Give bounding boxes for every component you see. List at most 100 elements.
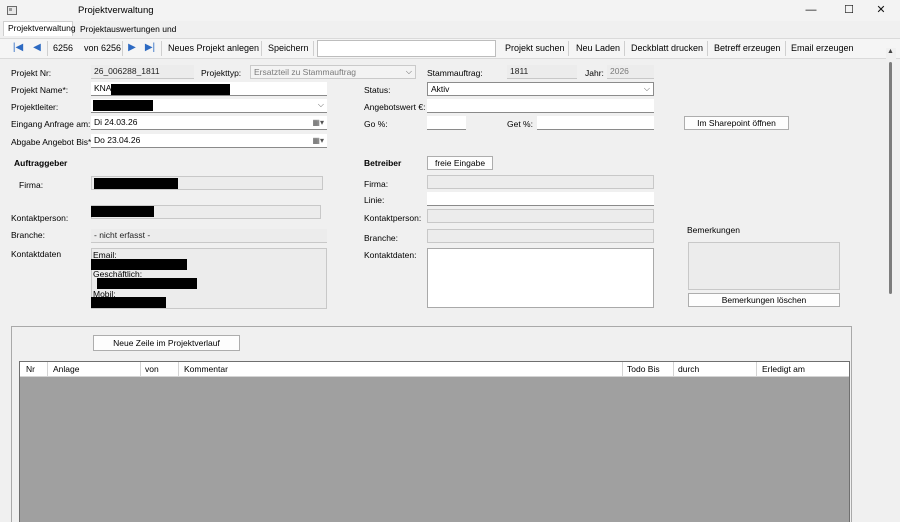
column-divider: [140, 362, 141, 377]
go-label: Go %:: [364, 119, 388, 129]
last-record-icon[interactable]: ▶|: [144, 41, 156, 55]
offer-until-value: Do 23.04.26: [94, 135, 141, 145]
operator-company-label: Firma:: [364, 179, 389, 189]
client-branch-label: Branche:: [11, 230, 46, 240]
app-icon: [7, 6, 17, 15]
client-contact-data-label: Kontaktdaten: [11, 249, 62, 259]
save-button[interactable]: Speichern: [268, 42, 309, 54]
column-header-von[interactable]: von: [145, 362, 159, 376]
get-label: Get %:: [507, 119, 533, 129]
next-record-icon[interactable]: ▶: [126, 41, 138, 55]
operator-contact-field: [427, 209, 654, 223]
chevron-down-icon: ⌵: [317, 100, 324, 109]
project-type-select[interactable]: Ersatzteil zu Stammauftrag ⌵: [250, 65, 416, 79]
column-header-anlage[interactable]: Anlage: [53, 362, 79, 376]
toolbar-separator: [47, 41, 48, 56]
project-leader-label: Projektleiter:: [11, 102, 59, 112]
tab-projektauswertungen[interactable]: Projektauswertungen und Listen: [76, 23, 198, 47]
status-value: Aktiv: [431, 84, 450, 94]
toolbar-separator: [568, 41, 569, 56]
calendar-icon[interactable]: ▦▾: [312, 134, 324, 147]
calendar-icon[interactable]: ▦▾: [312, 116, 324, 129]
record-position-field[interactable]: 6256: [53, 42, 73, 54]
client-heading: Auftraggeber: [14, 158, 68, 168]
column-divider: [178, 362, 179, 377]
project-type-value: Ersatzteil zu Stammauftrag: [254, 67, 357, 77]
stammauftrag-label: Stammauftrag:: [427, 68, 483, 78]
email-create-button[interactable]: Email erzeugen: [791, 42, 854, 54]
tab-projektverwaltung[interactable]: Projektverwaltung: [3, 21, 76, 36]
close-icon[interactable]: ✕: [864, 2, 898, 19]
redaction-bar: [94, 178, 178, 189]
first-record-icon[interactable]: |◀: [12, 41, 24, 55]
chevron-down-icon: ⌵: [643, 84, 650, 93]
arrival-date-value: Di 24.03.26: [94, 117, 138, 127]
cover-print-button[interactable]: Deckblatt drucken: [631, 42, 703, 54]
year-label: Jahr:: [585, 68, 604, 78]
client-branch-field: - nicht erfasst -: [91, 229, 327, 243]
chevron-down-icon: ⌵: [405, 67, 412, 76]
status-select[interactable]: Aktiv ⌵: [427, 82, 654, 96]
remarks-box[interactable]: [688, 242, 840, 290]
column-divider: [622, 362, 623, 377]
new-project-button[interactable]: Neues Projekt anlegen: [168, 42, 259, 54]
maximize-icon[interactable]: ☐: [832, 2, 866, 19]
client-company-label: Firma:: [19, 180, 44, 190]
offer-value-input[interactable]: [427, 99, 654, 113]
column-divider: [756, 362, 757, 377]
arrival-date-picker[interactable]: Di 24.03.26 ▦▾: [91, 116, 327, 130]
get-input[interactable]: [537, 116, 654, 130]
operator-line-input[interactable]: [427, 192, 654, 206]
scroll-up-icon[interactable]: ▲: [887, 48, 894, 55]
toolbar-separator: [785, 41, 786, 56]
operator-contact-data-label: Kontaktdaten:: [364, 250, 417, 260]
search-project-button[interactable]: Projekt suchen: [505, 42, 565, 54]
go-input[interactable]: [427, 116, 466, 130]
column-header-nr[interactable]: Nr: [26, 362, 35, 376]
column-header-todo-bis[interactable]: Todo Bis: [627, 362, 660, 376]
reload-button[interactable]: Neu Laden: [576, 42, 620, 54]
previous-record-icon[interactable]: ◀: [31, 41, 43, 55]
operator-line-label: Linie:: [364, 195, 385, 205]
toolbar-separator: [313, 41, 314, 56]
free-entry-button[interactable]: freie Eingabe: [427, 156, 493, 170]
operator-heading: Betreiber: [364, 158, 402, 168]
sharepoint-button[interactable]: Im Sharepoint öffnen: [684, 116, 789, 130]
operator-company-field: [427, 175, 654, 189]
history-grid[interactable]: [19, 361, 850, 522]
toolbar-separator: [122, 41, 123, 56]
client-contact-label: Kontaktperson:: [11, 213, 69, 223]
status-label: Status:: [364, 85, 391, 95]
operator-branch-label: Branche:: [364, 233, 399, 243]
minimize-icon[interactable]: —: [794, 2, 828, 19]
column-header-kommentar[interactable]: Kommentar: [184, 362, 228, 376]
search-input[interactable]: [317, 40, 496, 57]
stammauftrag-field: 1811: [507, 65, 577, 79]
redaction-bar: [97, 278, 197, 289]
arrival-date-label: Eingang Anfrage am:: [11, 119, 91, 129]
column-header-erledigt-am[interactable]: Erledigt am: [762, 362, 805, 376]
toolbar-separator: [707, 41, 708, 56]
toolbar-separator: [161, 41, 162, 56]
redaction-bar: [93, 100, 153, 111]
redaction-bar: [91, 297, 166, 308]
clear-remarks-button[interactable]: Bemerkungen löschen: [688, 293, 840, 307]
project-name-value: KNA: [94, 83, 112, 93]
column-divider: [673, 362, 674, 377]
offer-until-label: Abgabe Angebot Bis*:: [11, 137, 94, 147]
window-title: Projektverwaltung: [78, 5, 154, 16]
new-history-row-button[interactable]: Neue Zeile im Projektverlauf: [93, 335, 240, 351]
record-count-label: von 6256: [84, 43, 122, 53]
year-field: 2026: [607, 65, 654, 79]
subject-create-button[interactable]: Betreff erzeugen: [714, 42, 780, 54]
project-name-label: Projekt Name*:: [11, 85, 69, 95]
column-divider: [47, 362, 48, 377]
remarks-label: Bemerkungen: [687, 225, 740, 235]
scrollbar-thumb[interactable]: [889, 62, 892, 294]
offer-until-picker[interactable]: Do 23.04.26 ▦▾: [91, 134, 327, 148]
redaction-bar: [91, 206, 154, 217]
operator-contact-label: Kontaktperson:: [364, 213, 422, 223]
column-header-durch[interactable]: durch: [678, 362, 699, 376]
redaction-bar: [111, 84, 230, 95]
operator-contact-data-box[interactable]: [427, 248, 654, 308]
